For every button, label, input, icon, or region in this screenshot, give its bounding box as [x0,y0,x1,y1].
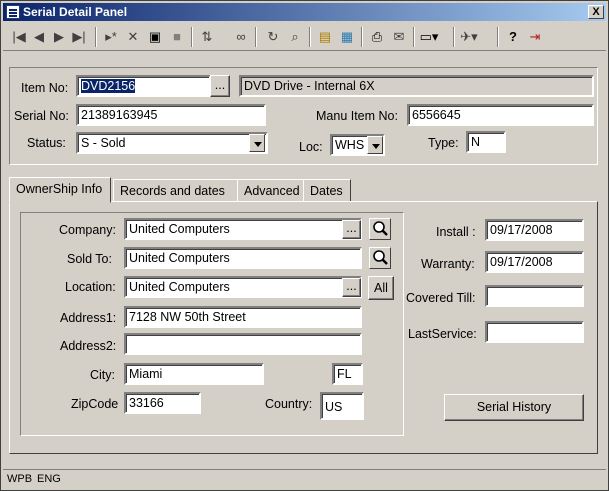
toolbar-separator [309,27,311,47]
location-input[interactable]: United Computers [124,276,362,298]
toolbar: |◀ ◀ ▶ ▶| ▸* ✕ ▣ ■ ⇅ ∞ ↻ ⌕ ▤ ▦ ⎙ ✉ ▭▾ ✈▾… [3,23,606,51]
company-lookup-button[interactable]: ... [342,220,361,239]
warranty-label: Warranty: [421,257,475,271]
toolbar-separator [453,27,455,47]
tab-advanced[interactable]: Advanced [237,179,305,202]
serial-detail-window: Serial Detail Panel X |◀ ◀ ▶ ▶| ▸* ✕ ▣ ■… [0,0,609,491]
item-no-input[interactable]: DVD2156 [76,75,211,97]
covered-till-label: Covered Till: [406,291,476,305]
item-no-value: DVD2156 [81,79,136,93]
location-lookup-button[interactable]: ... [342,278,361,297]
tab-records-and-dates[interactable]: Records and dates [113,179,239,202]
serial-history-button[interactable]: Serial History [444,394,584,421]
country-input[interactable]: US [320,392,364,420]
install-label: Install : [436,225,476,239]
all-button[interactable]: All [368,276,394,300]
loc-label: Loc: [299,140,323,154]
last-record-icon[interactable]: ▶| [69,27,89,47]
refresh-icon[interactable]: ↻ [263,27,283,47]
type-label: Type: [428,136,459,150]
toolbar-separator [255,27,257,47]
search-icon [373,250,388,265]
zip-input[interactable]: 33166 [124,392,201,414]
email-icon[interactable]: ✉ [389,27,409,47]
city-label: City: [90,368,115,382]
sold-to-input[interactable]: United Computers [124,247,362,269]
company-search-button[interactable] [369,218,391,240]
sort-icon[interactable]: ⇅ [197,27,217,47]
toolbar-separator [95,27,97,47]
zip-label: ZipCode [71,397,119,411]
state-input[interactable]: FL [332,363,363,385]
install-date-input[interactable]: 09/17/2008 [485,219,584,241]
tab-ownership-info[interactable]: OwnerShip Info [9,177,111,203]
document-icon[interactable]: ▦ [337,27,357,47]
manu-item-label: Manu Item No: [316,109,398,123]
city-input[interactable]: Miami [124,363,264,385]
sold-to-label: Sold To: [67,252,112,266]
manu-item-input[interactable]: 6556645 [407,104,594,126]
stop-icon[interactable]: ■ [167,27,187,47]
covered-till-input[interactable] [485,285,584,307]
window-menu-icon[interactable]: ▭▾ [419,27,439,47]
zoom-icon[interactable]: ⌕ [285,27,305,47]
exit-icon[interactable]: ⇥ [525,27,545,47]
tools-icon[interactable]: ✈▾ [459,27,479,47]
address1-input[interactable]: 7128 NW 50th Street [124,306,362,328]
toolbar-separator [191,27,193,47]
serial-no-input[interactable]: 21389163945 [76,104,266,126]
item-lookup-button[interactable]: ... [210,75,230,97]
sold-to-search-button[interactable] [369,247,391,269]
address1-label: Address1: [60,311,117,325]
status-language: ENG [37,473,61,485]
status-dropdown-arrow[interactable] [249,134,265,152]
status-select[interactable]: S - Sold [76,132,268,154]
print-icon[interactable]: ⎙ [367,27,387,47]
toolbar-separator [361,27,363,47]
serial-no-label: Serial No: [14,109,69,123]
status-bar: WPB ENG [3,469,606,489]
last-service-input[interactable] [485,321,584,343]
window-title: Serial Detail Panel [23,5,128,19]
delete-record-icon[interactable]: ✕ [123,27,143,47]
first-record-icon[interactable]: |◀ [9,27,29,47]
item-no-label: Item No: [21,81,69,95]
warranty-date-input[interactable]: 09/17/2008 [485,251,584,273]
toolbar-separator [413,27,415,47]
country-label: Country: [265,397,313,411]
status-label: Status: [27,136,66,150]
find-binoculars-icon[interactable]: ∞ [231,27,251,47]
address2-input[interactable] [124,333,362,355]
title-bar: Serial Detail Panel X [3,3,606,21]
company-label: Company: [59,223,116,237]
help-icon[interactable]: ? [503,27,523,47]
last-service-label: LastService: [408,327,477,341]
prev-record-icon[interactable]: ◀ [29,27,49,47]
search-icon [373,221,388,236]
next-record-icon[interactable]: ▶ [49,27,69,47]
new-record-icon[interactable]: ▸* [101,27,121,47]
type-input[interactable]: N [466,131,506,153]
status-branch: WPB [7,473,33,485]
location-label: Location: [65,280,116,294]
toolbar-separator [497,27,499,47]
loc-dropdown-arrow[interactable] [367,136,383,154]
address2-label: Address2: [60,339,117,353]
app-icon [6,5,20,19]
company-input[interactable]: United Computers [124,218,362,240]
close-button[interactable]: X [588,5,604,19]
image-icon[interactable]: ▤ [315,27,335,47]
item-description-field: DVD Drive - Internal 6X [239,75,594,97]
save-icon[interactable]: ▣ [145,27,165,47]
tab-dates[interactable]: Dates [303,179,351,202]
